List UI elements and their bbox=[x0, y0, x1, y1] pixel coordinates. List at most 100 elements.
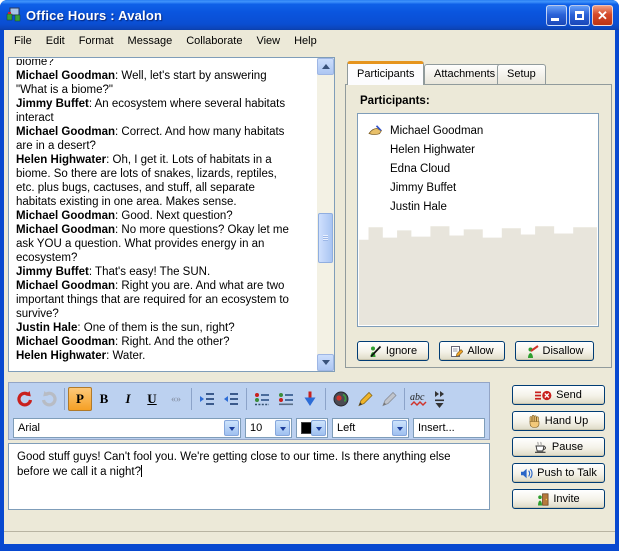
close-button[interactable]: ✕ bbox=[592, 5, 613, 26]
ignore-button[interactable]: Ignore bbox=[357, 341, 429, 361]
tab-attachments[interactable]: Attachments bbox=[424, 64, 505, 85]
send-icon bbox=[535, 390, 552, 401]
allow-button[interactable]: Allow bbox=[439, 341, 505, 361]
close-icon: ✕ bbox=[597, 9, 608, 22]
push-to-talk-label: Push to Talk bbox=[537, 467, 597, 479]
app-window: Office Hours : Avalon ✕ FileEditFormatMe… bbox=[0, 0, 619, 551]
menu-item-file[interactable]: File bbox=[7, 33, 39, 49]
repaint-artifact bbox=[359, 221, 597, 325]
participant-item[interactable]: Edna Cloud bbox=[358, 160, 598, 179]
menu-item-view[interactable]: View bbox=[249, 33, 287, 49]
ignore-person-icon bbox=[369, 345, 382, 358]
invite-button[interactable]: Invite bbox=[512, 489, 605, 509]
spell-check-icon: abc bbox=[409, 390, 431, 408]
format-list-b-button[interactable] bbox=[274, 387, 298, 411]
scroll-down-button[interactable] bbox=[317, 354, 334, 371]
scroll-up-button[interactable] bbox=[317, 58, 334, 75]
push-to-talk-button[interactable]: Push to Talk bbox=[512, 463, 605, 483]
participant-item[interactable]: Helen Highwater bbox=[358, 141, 598, 160]
font-family-combo[interactable]: Arial bbox=[13, 418, 241, 438]
tab-participants[interactable]: Participants bbox=[347, 61, 424, 85]
spell-check-button[interactable]: abc bbox=[408, 387, 432, 411]
insert-down-arrow-button[interactable] bbox=[298, 387, 322, 411]
underline-button[interactable]: U bbox=[140, 387, 164, 411]
invite-door-icon bbox=[537, 493, 549, 506]
undo-button[interactable] bbox=[13, 387, 37, 411]
alignment-combo[interactable]: Left bbox=[332, 418, 409, 438]
toolbar-separator bbox=[64, 388, 65, 410]
highlight-pen-button[interactable] bbox=[353, 387, 377, 411]
tab-setup[interactable]: Setup bbox=[497, 64, 546, 85]
web-button[interactable] bbox=[329, 387, 353, 411]
window-title: Office Hours : Avalon bbox=[26, 8, 162, 23]
more-tools-button[interactable] bbox=[432, 387, 448, 411]
toolbar-separator bbox=[404, 388, 405, 410]
disallow-label: Disallow bbox=[543, 345, 584, 357]
font-color-combo[interactable] bbox=[296, 418, 328, 438]
chevron-down-icon[interactable] bbox=[275, 420, 290, 436]
indent-decrease-button[interactable] bbox=[219, 387, 243, 411]
participant-name: Edna Cloud bbox=[390, 163, 450, 175]
chat-message: Michael Goodman: No more questions? Okay… bbox=[16, 223, 298, 265]
hand-up-button[interactable]: Hand Up bbox=[512, 411, 605, 431]
message-input[interactable]: Good stuff guys! Can't fool you. We're g… bbox=[8, 443, 490, 510]
list-green-icon bbox=[277, 390, 295, 408]
toolbar-separator bbox=[246, 388, 247, 410]
alignment-value: Left bbox=[337, 422, 355, 434]
chevron-down-icon[interactable] bbox=[311, 420, 326, 436]
participant-item[interactable]: Justin Hale bbox=[358, 198, 598, 217]
participant-list[interactable]: Michael Goodman Helen Highwater Edna Cloud… bbox=[357, 113, 599, 327]
participant-item[interactable]: Michael Goodman bbox=[358, 122, 598, 141]
chevron-down-icon[interactable] bbox=[224, 420, 239, 436]
chat-transcript: biome?Michael Goodman: Well, let's start… bbox=[8, 57, 335, 372]
coffee-cup-icon bbox=[534, 441, 548, 454]
special-characters-label: «» bbox=[171, 394, 181, 405]
menu-bar: FileEditFormatMessageCollaborateViewHelp bbox=[4, 30, 615, 51]
disallow-person-icon bbox=[526, 345, 539, 358]
menu-item-message[interactable]: Message bbox=[121, 33, 180, 49]
maximize-icon bbox=[575, 11, 584, 20]
scrollbar-thumb[interactable] bbox=[318, 213, 333, 263]
transcript-scrollbar[interactable] bbox=[317, 58, 334, 371]
svg-text:abc: abc bbox=[410, 392, 425, 403]
yellow-pen-icon bbox=[356, 390, 374, 408]
italic-label: I bbox=[125, 391, 130, 407]
special-characters-button[interactable]: «» bbox=[164, 387, 188, 411]
status-bar bbox=[4, 531, 615, 544]
hand-icon bbox=[529, 415, 541, 428]
maximize-button[interactable] bbox=[569, 5, 590, 26]
menu-item-edit[interactable]: Edit bbox=[39, 33, 72, 49]
send-button[interactable]: Send bbox=[512, 385, 605, 405]
plain-text-button[interactable]: P bbox=[68, 387, 92, 411]
bold-button[interactable]: B bbox=[92, 387, 116, 411]
minimize-button[interactable] bbox=[546, 5, 567, 26]
disallow-button[interactable]: Disallow bbox=[515, 341, 594, 361]
participant-name: Michael Goodman bbox=[390, 125, 483, 137]
indent-decrease-icon bbox=[222, 390, 240, 408]
bold-label: B bbox=[100, 391, 109, 407]
menu-item-collaborate[interactable]: Collaborate bbox=[179, 33, 249, 49]
participants-label: Participants: bbox=[360, 95, 430, 107]
menu-item-help[interactable]: Help bbox=[287, 33, 324, 49]
chat-message: Jimmy Buffet: That's easy! The SUN. bbox=[16, 265, 298, 279]
chat-message: Helen Highwater: Water. bbox=[16, 349, 298, 363]
insert-field[interactable]: Insert... bbox=[413, 418, 485, 438]
globe-icon bbox=[332, 390, 350, 408]
font-size-combo[interactable]: 10 bbox=[245, 418, 292, 438]
italic-button[interactable]: I bbox=[116, 387, 140, 411]
list-red-icon bbox=[253, 390, 271, 408]
participant-item[interactable]: Jimmy Buffet bbox=[358, 179, 598, 198]
pause-button[interactable]: Pause bbox=[512, 437, 605, 457]
menu-item-format[interactable]: Format bbox=[72, 33, 121, 49]
plain-label: P bbox=[76, 391, 84, 407]
format-list-a-button[interactable] bbox=[250, 387, 274, 411]
redo-button[interactable] bbox=[37, 387, 61, 411]
indent-increase-button[interactable] bbox=[195, 387, 219, 411]
chat-message: Michael Goodman: Correct. And how many h… bbox=[16, 125, 298, 153]
pause-label: Pause bbox=[552, 441, 583, 453]
toolbar-separator bbox=[191, 388, 192, 410]
format-toolbar: P B I U «» bbox=[8, 382, 490, 440]
chevron-down-icon[interactable] bbox=[392, 420, 407, 436]
draw-pen-button[interactable] bbox=[377, 387, 401, 411]
participant-name: Jimmy Buffet bbox=[390, 182, 456, 194]
